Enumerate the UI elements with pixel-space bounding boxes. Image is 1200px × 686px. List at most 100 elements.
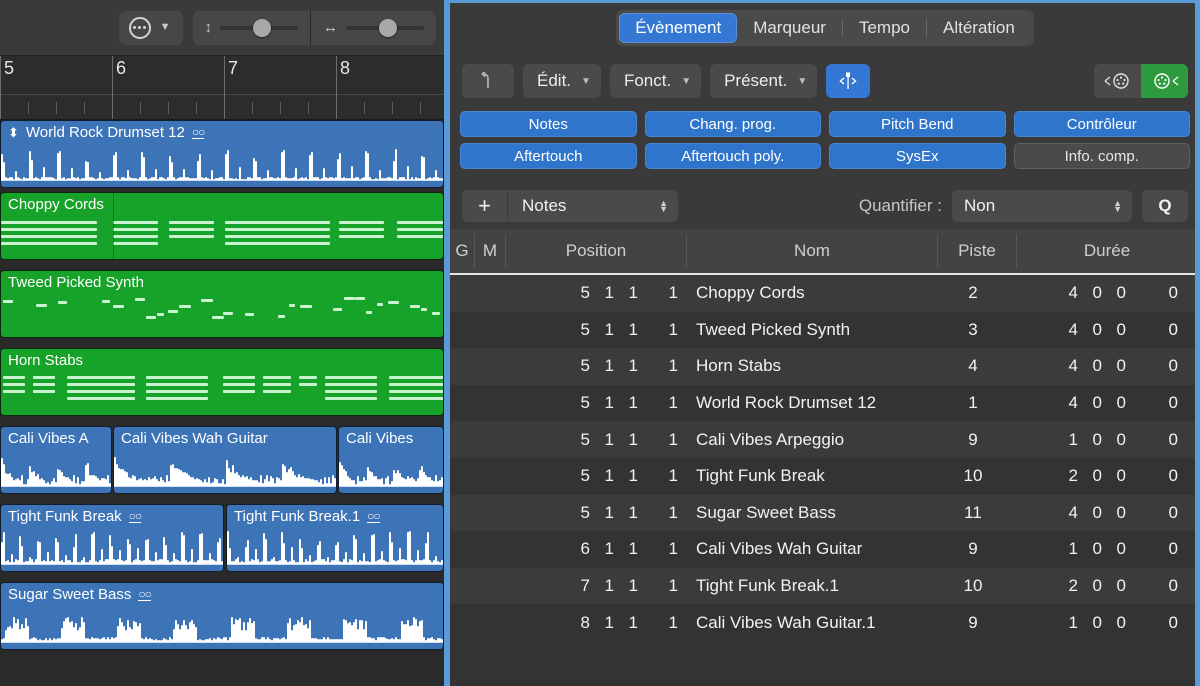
region-world-rock-drumset-12[interactable]: ⬍World Rock Drumset 12○○ [0,120,444,188]
table-row[interactable]: 5111Choppy Cords24000 [450,275,1200,312]
cell-group[interactable] [450,568,474,605]
cell-mute[interactable] [474,275,504,312]
cell-name[interactable]: Sugar Sweet Bass [684,495,934,532]
loop-icon[interactable]: ○○ [138,588,151,602]
edit-menu-button[interactable]: Édit. ▼ [523,64,601,98]
table-row[interactable]: 5111Tweed Picked Synth34000 [450,312,1200,349]
cell-position[interactable]: 5111 [504,275,684,312]
table-row[interactable]: 6111Cali Vibes Wah Guitar91000 [450,531,1200,568]
filter-additional-info[interactable]: Info. comp. [1014,143,1191,169]
cell-group[interactable] [450,275,474,312]
cell-name[interactable]: Tweed Picked Synth [684,312,934,349]
cell-group[interactable] [450,604,474,641]
loop-icon[interactable]: ○○ [367,510,380,524]
tab-alteration[interactable]: Altération [927,13,1031,43]
horizontal-zoom-track[interactable] [346,26,424,30]
filter-pitch-bend[interactable]: Pitch Bend [829,111,1006,137]
event-type-select[interactable]: Notes ▲▼ [508,190,678,222]
cell-track[interactable]: 9 [934,604,1012,641]
table-row[interactable]: 8111Cali Vibes Wah Guitar.191000 [450,604,1200,641]
more-options-button[interactable]: ▼ [119,11,183,45]
cell-mute[interactable] [474,531,504,568]
cell-position[interactable]: 5111 [504,495,684,532]
region-cali-vibes-wah-guitar[interactable]: Cali Vibes Wah Guitar [113,426,337,494]
filter-notes[interactable]: Notes [460,111,637,137]
bar-ruler[interactable]: 5678 [0,56,444,120]
tab-tempo[interactable]: Tempo [843,13,926,43]
cell-position[interactable]: 6111 [504,531,684,568]
filter-controller[interactable]: Contrôleur [1014,111,1191,137]
cell-name[interactable]: Cali Vibes Wah Guitar.1 [684,604,934,641]
cell-name[interactable]: Horn Stabs [684,348,934,385]
resize-handle-icon[interactable]: ⬍ [8,126,19,139]
cell-mute[interactable] [474,604,504,641]
table-row[interactable]: 5111Cali Vibes Arpeggio91000 [450,421,1200,458]
cell-duration[interactable]: 2000 [1012,568,1192,605]
loop-icon[interactable]: ○○ [129,510,142,524]
column-header-m[interactable]: M [475,234,505,268]
cell-group[interactable] [450,495,474,532]
cell-group[interactable] [450,348,474,385]
cell-group[interactable] [450,385,474,422]
cell-group[interactable] [450,458,474,495]
cell-mute[interactable] [474,385,504,422]
table-row[interactable]: 5111Horn Stabs44000 [450,348,1200,385]
midi-out-button[interactable] [1141,64,1188,98]
cell-duration[interactable]: 4000 [1012,275,1192,312]
loop-icon[interactable]: ○○ [192,126,205,140]
table-row[interactable]: 5111Sugar Sweet Bass114000 [450,495,1200,532]
vertical-scrollbar[interactable] [1195,3,1200,686]
cell-mute[interactable] [474,348,504,385]
region-cali-vibes[interactable]: Cali Vibes [338,426,444,494]
cell-duration[interactable]: 4000 [1012,312,1192,349]
region-tight-funk-break-1[interactable]: Tight Funk Break.1○○ [226,504,444,572]
cell-track[interactable]: 2 [934,275,1012,312]
cell-duration[interactable]: 2000 [1012,458,1192,495]
filter-aftertouch[interactable]: Aftertouch [460,143,637,169]
cell-position[interactable]: 5111 [504,458,684,495]
cell-track[interactable]: 3 [934,312,1012,349]
cell-position[interactable]: 5111 [504,421,684,458]
table-row[interactable]: 5111Tight Funk Break102000 [450,458,1200,495]
cell-duration[interactable]: 1000 [1012,421,1192,458]
cell-name[interactable]: Tight Funk Break [684,458,934,495]
cell-position[interactable]: 5111 [504,312,684,349]
cell-track[interactable]: 11 [934,495,1012,532]
table-row[interactable]: 7111Tight Funk Break.1102000 [450,568,1200,605]
cell-name[interactable]: World Rock Drumset 12 [684,385,934,422]
vertical-zoom-track[interactable] [220,26,298,30]
column-header-piste[interactable]: Piste [938,234,1016,268]
region-tweed-picked-synth[interactable]: Tweed Picked Synth [0,270,444,338]
column-header-duree[interactable]: Durée [1017,234,1197,268]
cell-mute[interactable] [474,495,504,532]
cell-track[interactable]: 1 [934,385,1012,422]
cell-name[interactable]: Cali Vibes Wah Guitar [684,531,934,568]
cell-position[interactable]: 5111 [504,385,684,422]
cell-group[interactable] [450,421,474,458]
cell-duration[interactable]: 4000 [1012,495,1192,532]
add-event-button[interactable]: + [462,190,508,222]
cell-position[interactable]: 5111 [504,348,684,385]
cell-group[interactable] [450,531,474,568]
midi-in-button[interactable] [1094,64,1141,98]
event-table-body[interactable]: 5111Choppy Cords240005111Tweed Picked Sy… [450,275,1200,686]
cell-duration[interactable]: 4000 [1012,348,1192,385]
filter-poly-aftertouch[interactable]: Aftertouch poly. [645,143,822,169]
tab-evenement[interactable]: Évènement [619,13,737,43]
table-row[interactable]: 5111World Rock Drumset 1214000 [450,385,1200,422]
view-menu-button[interactable]: Présent. ▼ [710,64,817,98]
cell-track[interactable]: 9 [934,531,1012,568]
cell-name[interactable]: Cali Vibes Arpeggio [684,421,934,458]
note-split-button[interactable] [826,64,870,98]
region-sugar-sweet-bass[interactable]: Sugar Sweet Bass○○ [0,582,444,650]
cell-track[interactable]: 4 [934,348,1012,385]
cell-position[interactable]: 8111 [504,604,684,641]
track-lanes[interactable]: ⬍World Rock Drumset 12○○Choppy CordsTwee… [0,120,444,686]
region-cali-vibes-a[interactable]: Cali Vibes A [0,426,112,494]
cell-track[interactable]: 9 [934,421,1012,458]
cell-duration[interactable]: 4000 [1012,385,1192,422]
vertical-zoom-knob[interactable] [253,19,271,37]
horizontal-zoom-knob[interactable] [379,19,397,37]
filter-sysex[interactable]: SysEx [829,143,1006,169]
cell-name[interactable]: Choppy Cords [684,275,934,312]
